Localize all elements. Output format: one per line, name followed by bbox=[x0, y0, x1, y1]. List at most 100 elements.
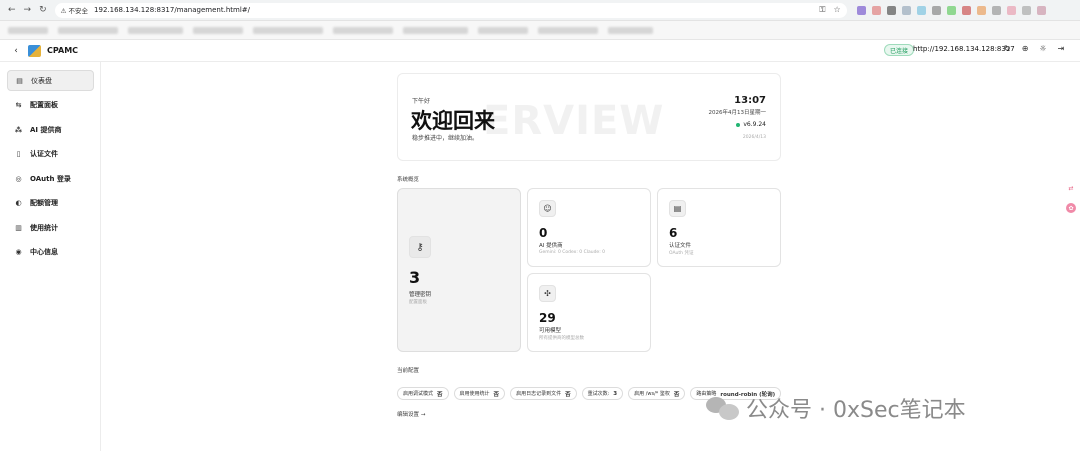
chip-value: 3 bbox=[613, 390, 618, 397]
dashboard-icon: ▤ bbox=[16, 76, 23, 85]
status-dot bbox=[736, 122, 741, 127]
bookmark-item[interactable] bbox=[58, 26, 118, 34]
refresh-icon[interactable]: ↻ bbox=[1004, 44, 1011, 53]
chip-value: 否 bbox=[437, 391, 443, 398]
key-icon-browser[interactable]: ⚿ bbox=[819, 5, 825, 15]
key-icon: ⚷ bbox=[409, 236, 431, 258]
stat-value: 6 bbox=[669, 226, 678, 240]
extension-icon[interactable] bbox=[931, 5, 941, 15]
extension-icon[interactable] bbox=[991, 5, 1001, 15]
bookmark-item[interactable] bbox=[538, 26, 598, 34]
star-icon[interactable]: ☆ bbox=[833, 5, 840, 15]
bookmark-item[interactable] bbox=[333, 26, 393, 34]
sidebar-item-config[interactable]: ⇆ 配置面板 bbox=[7, 94, 94, 115]
stat-card-auth-files[interactable]: ▤ 6 认证文件 OAuth 凭证 bbox=[657, 188, 781, 267]
sidebar-item-dashboard[interactable]: ▤ 仪表盘 bbox=[7, 70, 94, 91]
bookmark-item[interactable] bbox=[608, 26, 653, 34]
clock: 13:07 bbox=[734, 95, 766, 106]
sidebar-item-label: 配额管理 bbox=[30, 198, 58, 207]
config-chip: 启用调试模式否 bbox=[397, 387, 449, 400]
insecure-warning[interactable]: ⚠ 不安全 bbox=[61, 5, 88, 15]
extension-icon[interactable] bbox=[901, 5, 911, 15]
overview-section-title: 系统概览 bbox=[397, 177, 420, 183]
extension-icon[interactable] bbox=[886, 5, 896, 15]
app-header: ‹ CPAMC 已连接 http://192.168.134.128:8317 … bbox=[0, 40, 1080, 62]
sidebar-item-label: AI 提供商 bbox=[30, 125, 62, 134]
float-translate-icon[interactable]: ⇄ bbox=[1066, 183, 1076, 193]
stat-card-models[interactable]: ✣ 29 可用模型 所有提供商的模型总数 bbox=[527, 273, 651, 352]
stat-sub: 配置面板 bbox=[409, 300, 427, 305]
bookmark-item[interactable] bbox=[403, 26, 468, 34]
collapse-sidebar-icon[interactable]: ‹ bbox=[10, 45, 22, 57]
edit-settings-link[interactable]: 编辑设置 → bbox=[397, 410, 425, 418]
welcome-card: ERVIEW 下午好 欢迎回来 稳步推进中，继续加油。 13:07 2026年4… bbox=[397, 73, 781, 161]
extension-icon[interactable] bbox=[1006, 5, 1016, 15]
stat-label: AI 提供商 bbox=[539, 243, 563, 249]
sidebar-item-label: 配置面板 bbox=[30, 100, 58, 109]
float-assistant-icon[interactable]: ✿ bbox=[1066, 203, 1076, 213]
build-date: 2026/4/13 bbox=[742, 135, 766, 140]
sidebar-item-label: 认证文件 bbox=[30, 149, 58, 158]
address-bar[interactable]: ⚠ 不安全 192.168.134.128:8317/management.ht… bbox=[54, 2, 847, 18]
sidebar-item-label: OAuth 登录 bbox=[30, 174, 71, 183]
browser-toolbar: ← → ↻ ⚠ 不安全 192.168.134.128:8317/managem… bbox=[0, 0, 1080, 21]
sidebar-item-label: 仪表盘 bbox=[31, 76, 52, 85]
sidebar-item-ai-providers[interactable]: ⁂ AI 提供商 bbox=[7, 119, 94, 140]
sidebar-item-usage[interactable]: ▥ 使用统计 bbox=[7, 217, 94, 238]
config-section-title: 当前配置 bbox=[397, 368, 420, 374]
overview-watermark: ERVIEW bbox=[483, 98, 665, 144]
stat-card-management-keys[interactable]: ⚷ 3 管理密钥 配置面板 bbox=[397, 188, 521, 352]
theme-sun-icon[interactable]: ☼ bbox=[1039, 44, 1046, 53]
version-badge: v6.9.24 bbox=[736, 121, 766, 128]
logout-icon[interactable]: ⇥ bbox=[1058, 44, 1065, 53]
chip-label: 启用 /ws/* 鉴权 bbox=[634, 391, 670, 397]
sidebar: ▤ 仪表盘 ⇆ 配置面板 ⁂ AI 提供商 ▯ 认证文件 ◎ OAuth 登录 ◐ 配额管理… bbox=[0, 62, 101, 451]
sidebar-item-quota[interactable]: ◐ 配额管理 bbox=[7, 192, 94, 213]
bookmark-item[interactable] bbox=[478, 26, 528, 34]
chip-value: 否 bbox=[673, 391, 680, 398]
bookmarks-bar bbox=[0, 21, 1080, 40]
extension-icon[interactable] bbox=[871, 5, 881, 15]
sidebar-item-label: 使用统计 bbox=[30, 223, 58, 232]
bookmark-item[interactable] bbox=[8, 26, 48, 34]
config-chip: 启用日志记录到文件否 bbox=[510, 387, 577, 400]
extension-icon[interactable] bbox=[1021, 5, 1031, 15]
browser-reload-icon[interactable]: ↻ bbox=[39, 5, 47, 15]
app-logo bbox=[28, 44, 41, 57]
watermark-text: 公众号 · 0xSec笔记本 bbox=[746, 398, 966, 423]
extension-icon[interactable] bbox=[946, 5, 956, 15]
chip-label: 重试次数: bbox=[587, 391, 610, 397]
chip-value: 否 bbox=[493, 391, 500, 398]
stat-value: 29 bbox=[539, 311, 556, 325]
extension-icon[interactable] bbox=[856, 5, 866, 15]
bar-chart-icon: ▥ bbox=[15, 223, 22, 232]
url-text[interactable]: 192.168.134.128:8317/management.html#/ bbox=[94, 6, 250, 14]
stat-card-ai-providers[interactable]: ☺ 0 AI 提供商 Gemini: 0 Codex: 0 Claude: 0 bbox=[527, 188, 651, 267]
gauge-icon: ◐ bbox=[15, 198, 22, 207]
extension-icon[interactable] bbox=[916, 5, 926, 15]
extension-icon[interactable] bbox=[961, 5, 971, 15]
extension-icon[interactable] bbox=[976, 5, 986, 15]
shield-icon: ◎ bbox=[15, 174, 22, 183]
config-chip: 重试次数: 3 bbox=[581, 387, 624, 400]
browser-back-icon[interactable]: ← bbox=[8, 5, 16, 15]
stat-label: 管理密钥 bbox=[409, 292, 432, 298]
sidebar-item-label: 中心信息 bbox=[30, 247, 58, 256]
bookmark-item[interactable] bbox=[193, 26, 243, 34]
welcome-title: 欢迎回来 bbox=[411, 109, 495, 133]
brand-name: CPAMC bbox=[47, 46, 79, 55]
bookmark-item[interactable] bbox=[128, 26, 183, 34]
stat-label: 认证文件 bbox=[669, 243, 692, 249]
language-globe-icon[interactable]: ⊕ bbox=[1022, 44, 1029, 53]
extension-icon[interactable] bbox=[1036, 5, 1046, 15]
sidebar-item-oauth[interactable]: ◎ OAuth 登录 bbox=[7, 168, 94, 189]
config-chip: 启用 /ws/* 鉴权否 bbox=[628, 387, 686, 400]
sidebar-item-info[interactable]: ◉ 中心信息 bbox=[7, 241, 94, 262]
stat-label: 可用模型 bbox=[539, 328, 562, 334]
chip-label: 启用日志记录到文件 bbox=[516, 391, 562, 397]
bookmark-item[interactable] bbox=[253, 26, 323, 34]
browser-forward-icon[interactable]: → bbox=[24, 5, 32, 15]
config-chip: 启用使用统计否 bbox=[453, 387, 506, 400]
sidebar-item-auth-files[interactable]: ▯ 认证文件 bbox=[7, 143, 94, 164]
stat-value: 0 bbox=[539, 226, 548, 240]
